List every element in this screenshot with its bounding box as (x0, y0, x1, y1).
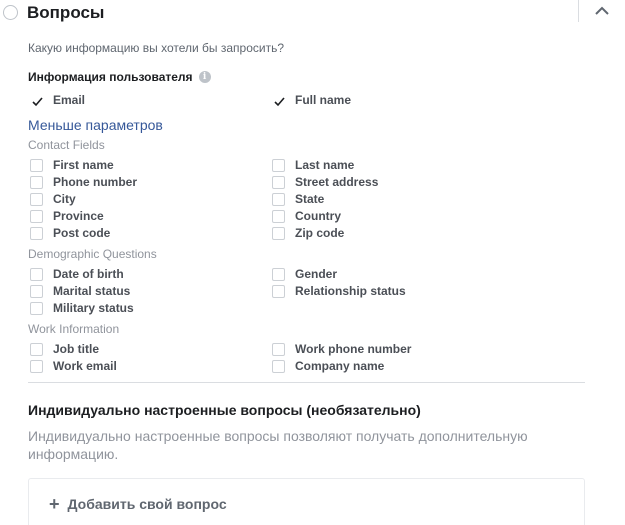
checkbox-state[interactable]: State (272, 191, 324, 207)
group-title-work: Work Information (28, 322, 120, 336)
checkbox-label: Date of birth (53, 267, 124, 281)
checkbox-label: Post code (53, 226, 111, 240)
checkbox-label: Country (295, 209, 341, 223)
checkbox-post-code[interactable]: Post code (30, 225, 110, 241)
checkbox-label: Last name (295, 158, 355, 172)
checkbox-box[interactable] (272, 209, 285, 223)
checkbox-label: Zip code (295, 226, 345, 240)
checkbox-work-phone-number[interactable]: Work phone number (272, 341, 411, 357)
custom-questions-title: Индивидуально настроенные вопросы (необя… (28, 402, 421, 418)
checkbox-last-name[interactable]: Last name (272, 157, 354, 173)
checkbox-label: Marital status (53, 284, 131, 298)
checkbox-box[interactable] (30, 226, 43, 240)
section-radio[interactable] (3, 5, 18, 20)
checkbox-box[interactable] (30, 284, 43, 298)
checkbox-job-title[interactable]: Job title (30, 341, 99, 357)
checkbox-label: Email (53, 93, 86, 107)
section-title: Вопросы (27, 3, 105, 22)
checkbox-first-name[interactable]: First name (30, 157, 114, 173)
checkbox-label: Company name (295, 359, 385, 373)
checkbox-label: City (53, 192, 76, 206)
questions-subtitle: Какую информацию вы хотели бы запросить? (28, 41, 285, 55)
checkbox-box[interactable] (30, 192, 43, 206)
add-question-button[interactable]: + Добавить свой вопрос (49, 494, 227, 514)
checkbox-box[interactable] (272, 284, 285, 298)
section-divider (28, 382, 585, 383)
checkbox-street-address[interactable]: Street address (272, 174, 378, 190)
checkbox-company-name[interactable]: Company name (272, 358, 384, 374)
checkbox-label: Military status (53, 301, 134, 315)
questions-header: Вопросы (0, 0, 625, 28)
checkbox-label: Gender (295, 267, 338, 281)
checkbox-phone-number[interactable]: Phone number (30, 174, 137, 190)
checkbox-full-name[interactable]: Full name (272, 92, 351, 108)
checkbox-box[interactable] (272, 192, 285, 206)
checkbox-province[interactable]: Province (30, 208, 104, 224)
checkbox-country[interactable]: Country (272, 208, 341, 224)
checkbox-box[interactable] (30, 267, 43, 281)
checkbox-box[interactable] (30, 175, 43, 189)
plus-icon: + (49, 494, 60, 514)
chevron-up-icon[interactable] (594, 6, 610, 16)
checkbox-label: Work phone number (295, 342, 412, 356)
checkbox-gender[interactable]: Gender (272, 266, 337, 282)
checkbox-box[interactable] (30, 359, 43, 373)
checkbox-label: Province (53, 209, 104, 223)
checkbox-checked-icon[interactable] (30, 93, 43, 107)
custom-questions-description: Индивидуально настроенные вопросы позвол… (28, 428, 528, 462)
group-title-contact: Contact Fields (28, 138, 105, 152)
checkbox-date-of-birth[interactable]: Date of birth (30, 266, 124, 282)
checkbox-label: Job title (53, 342, 100, 356)
add-question-box: + Добавить свой вопрос (28, 478, 585, 525)
checkbox-military-status[interactable]: Military status (30, 300, 134, 316)
checkbox-zip-code[interactable]: Zip code (272, 225, 344, 241)
user-info-label: Информация пользователя i (28, 70, 211, 84)
checkbox-label: Phone number (53, 175, 138, 189)
checkbox-label: Street address (295, 175, 379, 189)
checkbox-box[interactable] (272, 342, 285, 356)
header-divider (578, 0, 579, 22)
checkbox-box[interactable] (272, 359, 285, 373)
checkbox-box[interactable] (272, 226, 285, 240)
info-icon[interactable]: i (198, 71, 211, 83)
checkbox-work-email[interactable]: Work email (30, 358, 117, 374)
checkbox-city[interactable]: City (30, 191, 76, 207)
checkbox-box[interactable] (30, 209, 43, 223)
less-options-link[interactable]: Меньше параметров (28, 117, 163, 133)
checkbox-label: Relationship status (295, 284, 406, 298)
checkbox-label: Full name (295, 93, 352, 107)
checkbox-label: Work email (53, 359, 117, 373)
checkbox-checked-icon[interactable] (272, 93, 285, 107)
checkbox-box[interactable] (272, 175, 285, 189)
checkbox-box[interactable] (272, 158, 285, 172)
checkbox-email[interactable]: Email (30, 92, 85, 108)
checkbox-marital-status[interactable]: Marital status (30, 283, 130, 299)
group-title-demographic: Demographic Questions (28, 247, 157, 261)
checkbox-label: First name (53, 158, 114, 172)
checkbox-relationship-status[interactable]: Relationship status (272, 283, 406, 299)
checkbox-box[interactable] (272, 267, 285, 281)
checkbox-box[interactable] (30, 301, 43, 315)
add-question-label: Добавить свой вопрос (67, 496, 227, 512)
checkbox-box[interactable] (30, 158, 43, 172)
user-info-label-text: Информация пользователя (28, 70, 193, 84)
checkbox-label: State (295, 192, 325, 206)
checkbox-box[interactable] (30, 342, 43, 356)
